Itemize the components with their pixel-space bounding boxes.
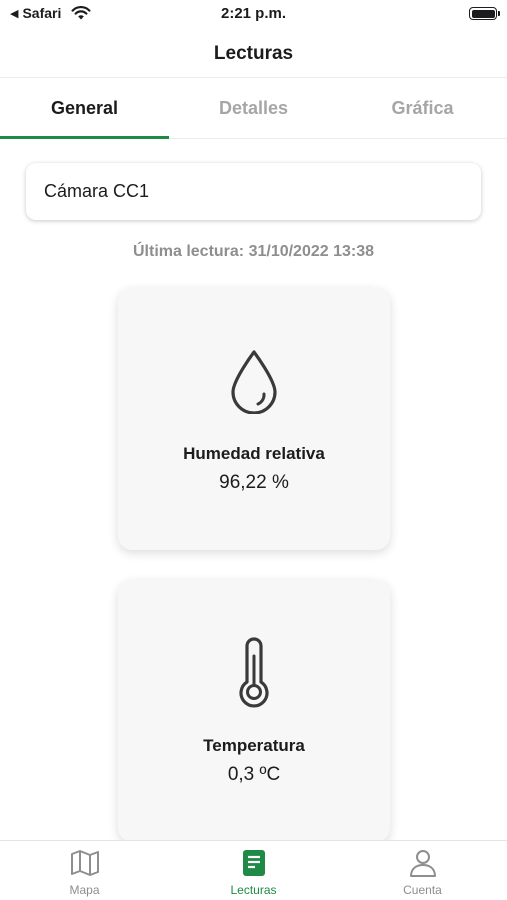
chamber-selector[interactable]: Cámara CC1	[26, 163, 481, 220]
nav-lecturas[interactable]: Lecturas	[169, 841, 338, 900]
status-bar: ◀ Safari 2:21 p.m.	[0, 0, 507, 30]
user-icon	[409, 850, 436, 877]
tab-grafica[interactable]: Gráfica	[338, 79, 507, 138]
nav-mapa[interactable]: Mapa	[0, 841, 169, 900]
last-reading-text: Última lectura: 31/10/2022 13:38	[132, 243, 375, 260]
humidity-value: 96,22 %	[219, 472, 289, 493]
tab-detalles[interactable]: Detalles	[169, 79, 338, 138]
nav-cuenta[interactable]: Cuenta	[338, 841, 507, 900]
nav-header: Lecturas	[0, 30, 507, 78]
nav-mapa-label: Mapa	[69, 883, 100, 897]
droplet-icon	[118, 348, 390, 414]
humidity-label: Humedad relativa	[183, 444, 325, 463]
map-icon	[70, 850, 99, 876]
readings-icon	[242, 850, 265, 876]
page-title: Lecturas	[213, 42, 294, 64]
nav-cuenta-label: Cuenta	[403, 883, 442, 897]
temperature-label: Temperatura	[203, 736, 305, 755]
tab-general[interactable]: General	[0, 79, 169, 139]
thermometer-icon	[118, 636, 390, 710]
nav-lecturas-label: Lecturas	[230, 883, 277, 897]
humidity-card: Humedad relativa 96,22 %	[118, 288, 390, 550]
temperature-value: 0,3 ºC	[227, 764, 281, 785]
status-time: 2:21 p.m.	[220, 5, 287, 22]
temperature-card: Temperatura 0,3 ºC	[118, 580, 390, 842]
tab-bar: General Detalles Gráfica	[0, 79, 507, 139]
bottom-tab-bar: Mapa Lecturas Cuenta	[0, 840, 507, 900]
battery-icon	[469, 7, 500, 20]
